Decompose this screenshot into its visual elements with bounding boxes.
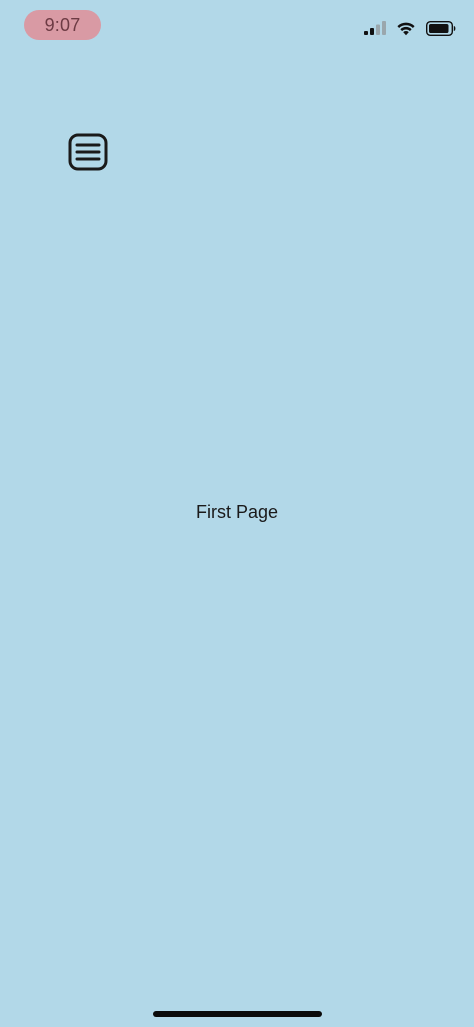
cellular-signal-icon: [364, 21, 386, 35]
wifi-icon: [397, 22, 415, 35]
status-icons: [364, 18, 456, 38]
page-title: First Page: [195, 502, 279, 522]
home-indicator[interactable]: [153, 1011, 322, 1017]
menu-icon: [68, 133, 108, 171]
menu-button[interactable]: [68, 133, 108, 171]
status-time-pill: 9:07: [24, 10, 101, 40]
status-time: 9:07: [44, 14, 81, 35]
battery-icon: [426, 20, 456, 36]
status-bar: 9:07: [0, 0, 474, 60]
screen: 9:07 First Page: [0, 0, 474, 1027]
